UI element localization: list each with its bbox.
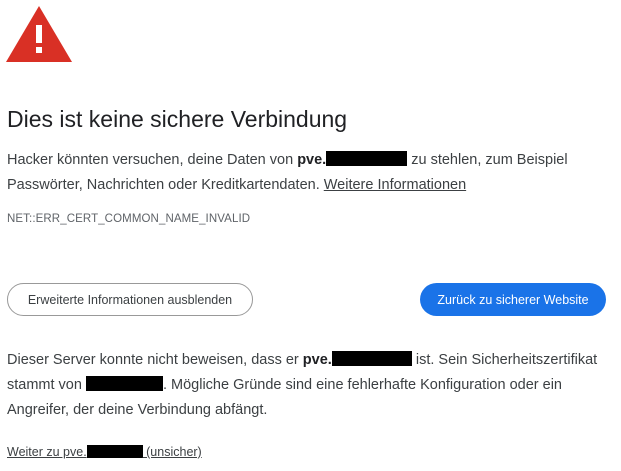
back-to-safety-button[interactable]: Zurück zu sicherer Website	[420, 283, 606, 316]
host-prefix: pve.	[297, 152, 327, 168]
details-text-1: Dieser Server konnte nicht beweisen, das…	[7, 352, 303, 368]
intro-paragraph: Hacker könnten versuchen, deine Daten vo…	[7, 148, 613, 198]
more-info-link[interactable]: Weitere Informationen	[324, 177, 466, 193]
host-name: pve.	[297, 151, 408, 168]
intro-text-before: Hacker könnten versuchen, deine Daten vo…	[7, 152, 298, 168]
proceed-suffix: (unsicher)	[142, 445, 202, 459]
page-title: Dies ist keine sichere Verbindung	[7, 106, 348, 132]
warning-triangle-icon	[6, 6, 72, 62]
interstitial-page: Dies ist keine sichere Verbindung Hacker…	[0, 0, 621, 471]
details-paragraph: Dieser Server konnte nicht beweisen, das…	[7, 348, 613, 423]
error-code: NET::ERR_CERT_COMMON_NAME_INVALID	[7, 213, 251, 225]
redacted-hostname	[326, 151, 408, 166]
redacted-hostname-2	[331, 351, 412, 366]
details-host-prefix: pve.	[302, 352, 332, 368]
details-host-name: pve.	[302, 351, 412, 368]
proceed-prefix: Weiter zu pve.	[7, 445, 87, 459]
hide-details-button[interactable]: Erweiterte Informationen ausblenden	[7, 283, 253, 316]
proceed-unsafe-link[interactable]: Weiter zu pve. (unsicher)	[7, 445, 202, 459]
redacted-proceed-host	[86, 445, 143, 458]
redacted-issuer	[85, 376, 163, 391]
